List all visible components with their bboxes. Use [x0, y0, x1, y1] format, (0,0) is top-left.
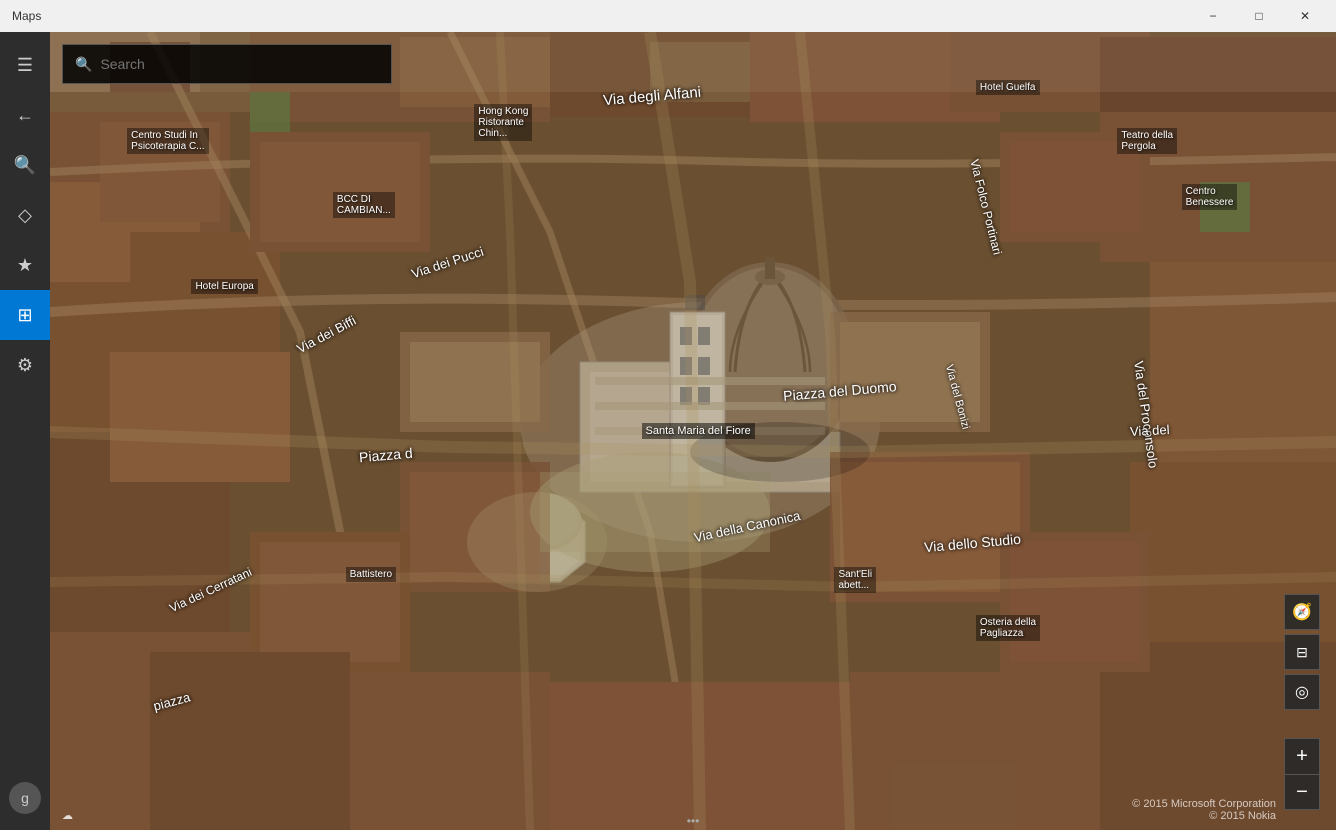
settings-icon: ⚙: [17, 355, 33, 376]
search-input[interactable]: [100, 56, 379, 72]
compass-icon: 🧭: [1292, 602, 1312, 622]
location-button[interactable]: ◎: [1284, 674, 1320, 710]
app-container: ☰ ← 🔍 ◇ ★ ⊞ ⚙ g: [0, 32, 1336, 830]
layers-icon: ⊟: [1296, 644, 1308, 661]
search-icon: 🔍: [14, 155, 36, 176]
zoom-in-icon: +: [1296, 745, 1308, 768]
map-svg: [50, 32, 1336, 830]
sidebar-bottom: g: [9, 782, 41, 822]
search-bar[interactable]: 🔍: [62, 44, 392, 84]
weather-widget: ☁: [62, 809, 73, 822]
sidebar-item-back[interactable]: ←: [0, 90, 50, 140]
sidebar-item-search[interactable]: 🔍: [0, 140, 50, 190]
titlebar: Maps − □ ✕: [0, 0, 1336, 32]
sidebar-item-favorites[interactable]: ★: [0, 240, 50, 290]
more-options-button[interactable]: •••: [687, 814, 700, 828]
map-controls: 🧭 ⊟ ◎: [1284, 594, 1320, 710]
avatar[interactable]: g: [9, 782, 41, 814]
collections-icon: ⊞: [17, 305, 32, 326]
maximize-button[interactable]: □: [1236, 0, 1282, 32]
sidebar: ☰ ← 🔍 ◇ ★ ⊞ ⚙ g: [0, 32, 50, 830]
compass-button[interactable]: 🧭: [1284, 594, 1320, 630]
app-title: Maps: [12, 9, 41, 23]
zoom-out-button[interactable]: −: [1284, 774, 1320, 810]
sidebar-item-menu[interactable]: ☰: [0, 40, 50, 90]
zoom-controls: + −: [1284, 738, 1320, 810]
sidebar-item-collections[interactable]: ⊞: [0, 290, 50, 340]
avatar-initial: g: [21, 790, 29, 806]
map-container[interactable]: Via degli Alfani Via dei Pucci Via dei B…: [50, 32, 1336, 830]
map-background: [50, 32, 1336, 830]
back-icon: ←: [16, 105, 34, 126]
close-button[interactable]: ✕: [1282, 0, 1328, 32]
layers-button[interactable]: ⊟: [1284, 634, 1320, 670]
weather-icon: ☁: [62, 809, 73, 822]
sidebar-item-directions[interactable]: ◇: [0, 190, 50, 240]
minimize-button[interactable]: −: [1190, 0, 1236, 32]
zoom-out-icon: −: [1296, 781, 1308, 804]
location-icon: ◎: [1295, 682, 1309, 702]
window-controls: − □ ✕: [1190, 0, 1328, 32]
sidebar-item-settings[interactable]: ⚙: [0, 340, 50, 390]
hamburger-icon: ☰: [17, 55, 33, 76]
zoom-in-button[interactable]: +: [1284, 738, 1320, 774]
search-bar-icon: 🔍: [75, 56, 92, 73]
directions-icon: ◇: [18, 205, 32, 226]
favorites-icon: ★: [17, 255, 33, 276]
